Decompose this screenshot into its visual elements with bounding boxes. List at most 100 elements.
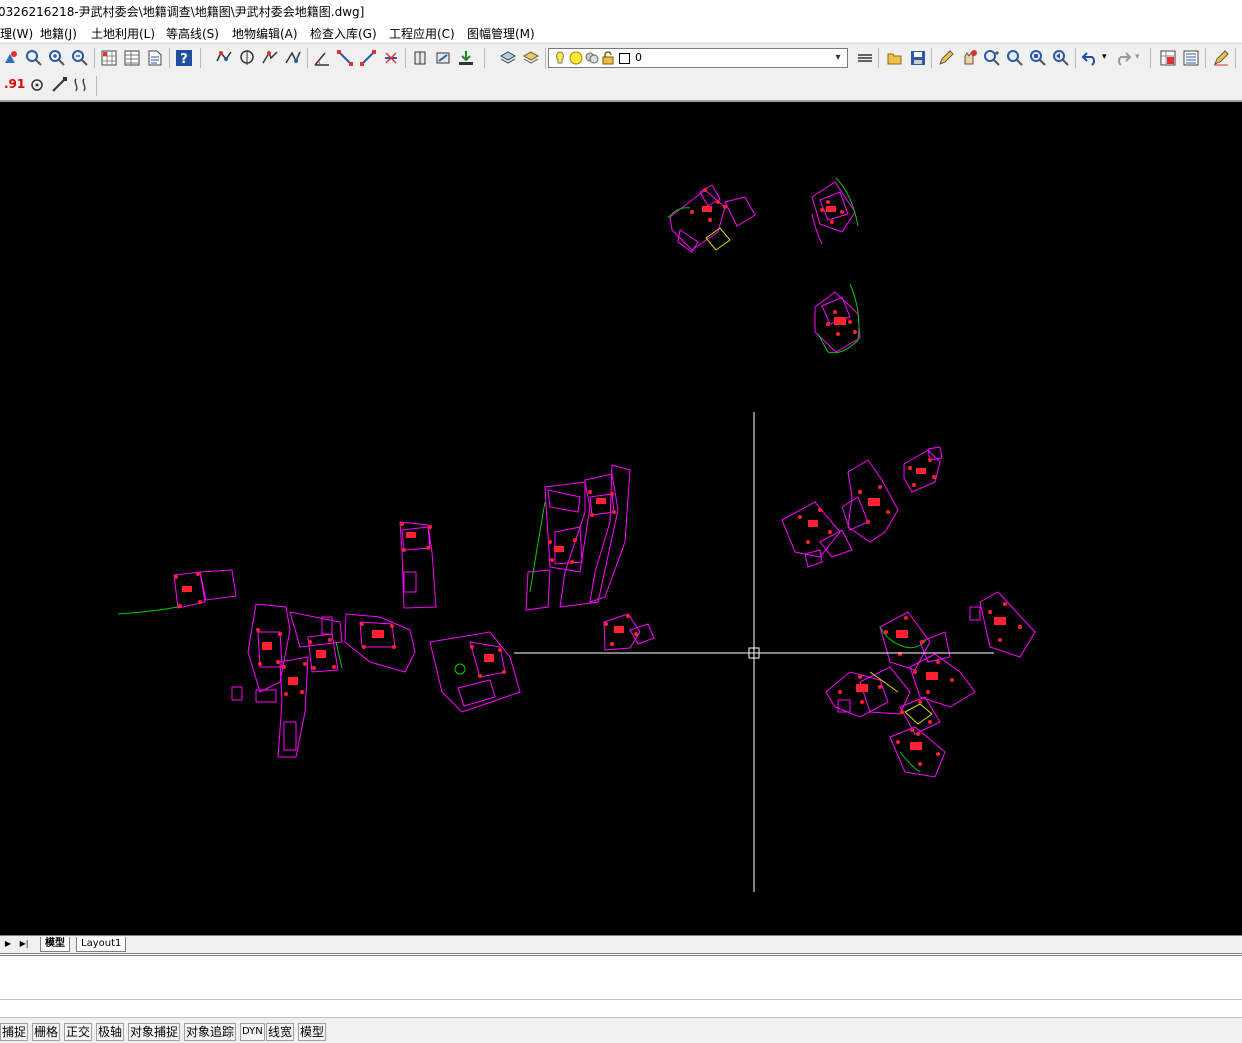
open-file-icon[interactable]: [886, 49, 904, 67]
ortho-toggle[interactable]: 正交: [64, 1023, 93, 1041]
menu-cadastre[interactable]: 地籍(J): [40, 25, 77, 42]
layer-manager-icon[interactable]: [522, 49, 540, 67]
line-icon[interactable]: [50, 76, 68, 94]
toolbar-separator: [307, 48, 308, 68]
pencil-icon[interactable]: [937, 49, 955, 67]
table-icon[interactable]: [123, 49, 141, 67]
toolbar-separator: [484, 48, 485, 68]
menu-contour[interactable]: 等高线(S): [166, 25, 219, 42]
tab-last-icon[interactable]: ▶|: [18, 938, 30, 950]
toolbar-separator: [1150, 48, 1151, 68]
drawing-canvas[interactable]: [0, 100, 1242, 937]
toolbar-separator: [878, 48, 879, 68]
grid-toggle[interactable]: 栅格: [32, 1023, 61, 1041]
menu-bar: 理(W) 地籍(J) 土地利用(L) 等高线(S) 地物编辑(A) 检查入库(G…: [0, 22, 1242, 42]
parcel-edit-icon[interactable]: [434, 49, 452, 67]
toolbar-separator: [96, 76, 97, 96]
status-bar: 捕捉 栅格 正交 极轴 对象捕捉 对象追踪 DYN 线宽 模型: [0, 1017, 1242, 1043]
move-node-icon[interactable]: [359, 49, 377, 67]
parcel-cluster: [669, 184, 756, 253]
survey-point-icon[interactable]: [261, 49, 279, 67]
zoom-window-icon[interactable]: [1006, 49, 1024, 67]
menu-check-import[interactable]: 检查入库(G): [310, 25, 377, 42]
layer-dropdown[interactable]: 0 ▾: [548, 48, 848, 68]
zoom-extents-icon[interactable]: [1029, 49, 1047, 67]
edit-node-icon[interactable]: [336, 49, 354, 67]
lineweight-toggle[interactable]: 线宽: [266, 1023, 295, 1041]
parcel-cluster: [231, 603, 416, 758]
zoom-out-icon[interactable]: [71, 49, 89, 67]
survey-line-icon[interactable]: [284, 49, 302, 67]
toolbar-separator: [169, 48, 170, 68]
tab-layout1[interactable]: Layout1: [76, 937, 127, 952]
layer-color-swatch: [619, 53, 630, 64]
layer-on-icon[interactable]: [553, 51, 567, 65]
redo-icon[interactable]: [1114, 49, 1132, 67]
tab-next-icon[interactable]: ▶: [2, 938, 14, 950]
svg-text:?: ?: [180, 52, 188, 67]
toolbar-separator: [1075, 48, 1076, 68]
secondary-toolbar: .91: [0, 72, 1242, 98]
toolbar-separator: [931, 48, 932, 68]
dyn-toggle[interactable]: DYN: [240, 1023, 265, 1041]
zoom-icon[interactable]: [25, 49, 43, 67]
layout-tabs-bar: ▶ ▶| 模型 Layout1: [0, 935, 1242, 953]
model-toggle[interactable]: 模型: [298, 1023, 327, 1041]
document-icon[interactable]: [146, 49, 164, 67]
menu-engineering[interactable]: 工程应用(C): [389, 25, 455, 42]
markup-pen-icon[interactable]: [1212, 49, 1230, 67]
point-draw-icon[interactable]: [215, 49, 233, 67]
layer-lock-icon[interactable]: [601, 51, 615, 65]
properties-icon[interactable]: [1182, 49, 1200, 67]
pan-icon[interactable]: [960, 49, 978, 67]
precision-value[interactable]: .91: [4, 77, 25, 91]
help-icon[interactable]: ?: [175, 49, 193, 67]
toolbar-separator: [1235, 48, 1236, 68]
menu-land-use[interactable]: 土地利用(L): [91, 25, 155, 42]
toolbar-separator: [94, 48, 95, 68]
delete-node-icon[interactable]: [382, 49, 400, 67]
layers-icon[interactable]: [499, 49, 517, 67]
main-toolbar: ? 0 ▾ ▾ ▾: [0, 43, 1242, 72]
parcel-cluster: [399, 521, 437, 609]
zoom-realtime-icon[interactable]: [983, 49, 1001, 67]
menu-feature-edit[interactable]: 地物编辑(A): [232, 25, 298, 42]
command-divider: [0, 999, 1242, 1000]
save-icon[interactable]: [909, 49, 927, 67]
tree-symbol-icon[interactable]: [238, 49, 256, 67]
crosshair-cursor: [514, 412, 994, 892]
menu-sheet-management[interactable]: 图幅管理(M): [467, 25, 535, 42]
polar-toggle[interactable]: 极轴: [96, 1023, 125, 1041]
drawing-area[interactable]: [0, 102, 1242, 937]
grid-map-icon[interactable]: [100, 49, 118, 67]
zoom-in-icon[interactable]: [48, 49, 66, 67]
window-title: 0326216218-尹武村委会\地籍调查\地籍图\尹武村委会地籍图.dwg]: [0, 5, 365, 19]
import-icon[interactable]: [457, 49, 475, 67]
snap-toggle[interactable]: 捕捉: [0, 1023, 29, 1041]
otrack-toggle[interactable]: 对象追踪: [184, 1023, 237, 1041]
curve-icon[interactable]: [72, 76, 90, 94]
tab-model[interactable]: 模型: [40, 937, 70, 952]
parcel-cluster: [781, 446, 943, 568]
parcel-cluster: [525, 464, 631, 611]
center-point-icon[interactable]: [28, 76, 46, 94]
zoom-previous-icon[interactable]: [1052, 49, 1070, 67]
toolbar-separator: [545, 48, 546, 68]
redo-dropdown-icon[interactable]: ▾: [1135, 52, 1140, 62]
pick-icon[interactable]: [2, 49, 20, 67]
osnap-toggle[interactable]: 对象捕捉: [128, 1023, 181, 1041]
parcel-cluster: [429, 631, 521, 713]
undo-icon[interactable]: [1081, 49, 1099, 67]
chevron-down-icon[interactable]: ▾: [831, 51, 845, 65]
layer-viewport-icon[interactable]: [585, 51, 599, 65]
linetype-icon[interactable]: [856, 49, 874, 67]
title-bar: 0326216218-尹武村委会\地籍调查\地籍图\尹武村委会地籍图.dwg]: [0, 0, 1242, 22]
angle-measure-icon[interactable]: [313, 49, 331, 67]
undo-dropdown-icon[interactable]: ▾: [1102, 52, 1107, 62]
parcel-icon[interactable]: [411, 49, 429, 67]
layer-freeze-icon[interactable]: [569, 51, 583, 65]
command-window[interactable]: [0, 953, 1242, 1018]
toolbar-separator: [1205, 48, 1206, 68]
menu-window[interactable]: 理(W): [0, 25, 33, 42]
design-center-icon[interactable]: [1159, 49, 1177, 67]
